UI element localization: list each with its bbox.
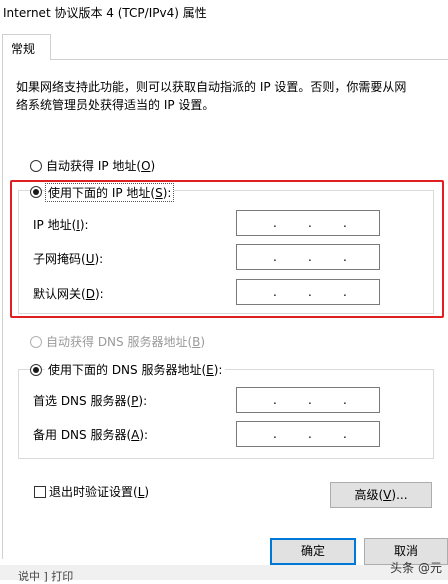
panel-border: [2, 59, 3, 559]
subnet-mask-label: 子网掩码(U):: [33, 252, 104, 266]
ip-address-label: IP 地址(I):: [33, 218, 89, 232]
radio-auto-dns-label: 自动获得 DNS 服务器地址(B): [46, 335, 206, 349]
preferred-dns-label: 首选 DNS 服务器(P):: [33, 394, 148, 408]
subnet-mask-input[interactable]: . . .: [236, 244, 380, 270]
title-bar: Internet 协议版本 4 (TCP/IPv4) 属性: [0, 0, 448, 26]
description-line-1: 如果网络支持此功能，则可以获取自动指派的 IP 设置。否则，你需要从网: [16, 80, 407, 94]
radio-manual-ip[interactable]: [30, 186, 42, 198]
radio-manual-dns-label: 使用下面的 DNS 服务器地址(E):: [45, 361, 226, 378]
radio-auto-ip-label: 自动获得 IP 地址(O): [46, 159, 156, 173]
tab-general-label: 常规: [11, 42, 36, 56]
background-window-text: 说中 ] 打印: [18, 570, 74, 583]
window-title: Internet 协议版本 4 (TCP/IPv4) 属性: [3, 6, 207, 20]
tab-divider: [51, 59, 448, 60]
tab-general[interactable]: 常规: [2, 34, 51, 60]
default-gateway-label: 默认网关(D):: [33, 287, 104, 301]
radio-manual-ip-label: 使用下面的 IP 地址(S):: [45, 183, 175, 202]
validate-on-exit-label: 退出时验证设置(L): [49, 485, 150, 499]
watermark: 头条 @元: [390, 561, 442, 575]
ok-button[interactable]: 确定: [270, 538, 356, 565]
preferred-dns-input[interactable]: . . .: [236, 387, 380, 413]
ip-address-input[interactable]: . . .: [236, 210, 380, 236]
radio-auto-ip[interactable]: [30, 160, 42, 172]
radio-manual-dns[interactable]: [30, 364, 42, 376]
description-line-2: 络系统管理员处获得适当的 IP 设置。: [16, 98, 215, 112]
advanced-button[interactable]: 高级(V)...: [330, 482, 432, 508]
description-text: 如果网络支持此功能，则可以获取自动指派的 IP 设置。否则，你需要从网 络系统管…: [16, 78, 436, 114]
radio-auto-dns[interactable]: [30, 336, 42, 348]
validate-on-exit-checkbox[interactable]: [34, 486, 46, 498]
alternate-dns-label: 备用 DNS 服务器(A):: [33, 428, 149, 442]
default-gateway-input[interactable]: . . .: [236, 279, 380, 305]
alternate-dns-input[interactable]: . . .: [236, 421, 380, 447]
